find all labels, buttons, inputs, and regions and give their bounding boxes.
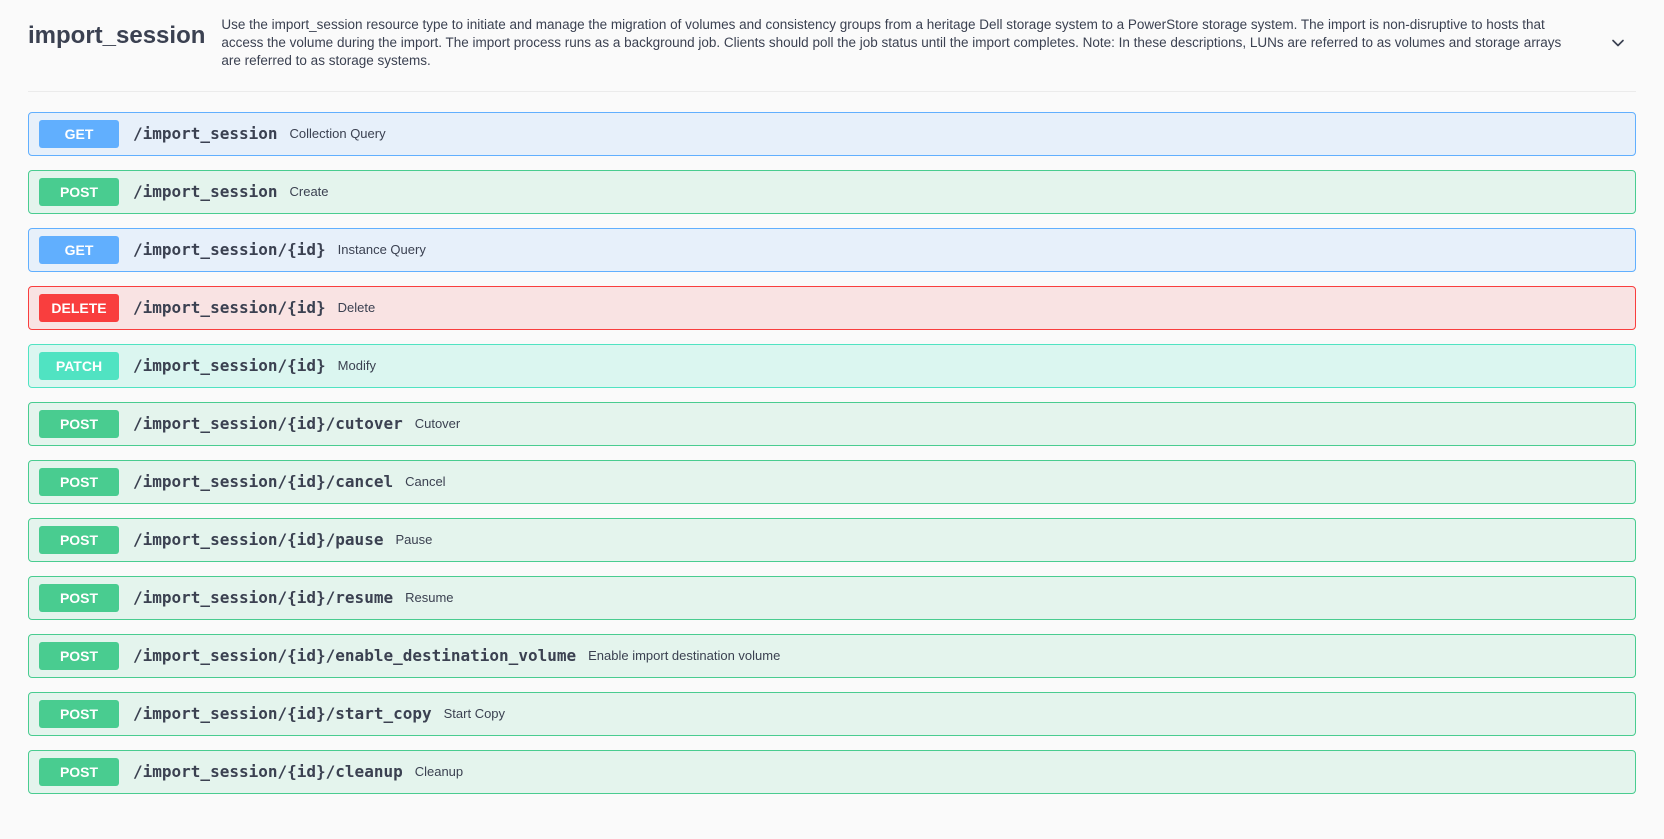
http-method-badge: POST xyxy=(39,526,119,554)
operation-summary: Cancel xyxy=(405,474,445,489)
tag-description: Use the import_session resource type to … xyxy=(221,16,1600,71)
operation-summary: Modify xyxy=(338,358,376,373)
operation-row[interactable]: POST /import_session/{id}/cleanup Cleanu… xyxy=(28,750,1636,794)
operations-list: GET /import_session Collection Query POS… xyxy=(28,112,1636,794)
http-method-badge: DELETE xyxy=(39,294,119,322)
operation-row[interactable]: GET /import_session Collection Query xyxy=(28,112,1636,156)
operation-path: /import_session/{id} xyxy=(133,298,326,317)
operation-summary: Enable import destination volume xyxy=(588,648,780,663)
operation-row[interactable]: DELETE /import_session/{id} Delete xyxy=(28,286,1636,330)
http-method-badge: POST xyxy=(39,758,119,786)
http-method-badge: POST xyxy=(39,700,119,728)
operation-path: /import_session/{id}/enable_destination_… xyxy=(133,646,576,665)
operation-summary: Start Copy xyxy=(444,706,505,721)
operation-row[interactable]: POST /import_session/{id}/cancel Cancel xyxy=(28,460,1636,504)
http-method-badge: POST xyxy=(39,642,119,670)
http-method-badge: PATCH xyxy=(39,352,119,380)
operation-path: /import_session/{id}/pause xyxy=(133,530,383,549)
operation-summary: Cleanup xyxy=(415,764,463,779)
operation-path: /import_session/{id}/cutover xyxy=(133,414,403,433)
http-method-badge: POST xyxy=(39,410,119,438)
operation-summary: Create xyxy=(290,184,329,199)
operation-path: /import_session/{id}/start_copy xyxy=(133,704,432,723)
operation-path: /import_session/{id}/cleanup xyxy=(133,762,403,781)
http-method-badge: GET xyxy=(39,236,119,264)
operation-summary: Collection Query xyxy=(290,126,386,141)
operation-row[interactable]: POST /import_session/{id}/start_copy Sta… xyxy=(28,692,1636,736)
operation-row[interactable]: POST /import_session/{id}/pause Pause xyxy=(28,518,1636,562)
operation-summary: Pause xyxy=(395,532,432,547)
tag-header[interactable]: import_session Use the import_session re… xyxy=(28,0,1636,92)
http-method-badge: GET xyxy=(39,120,119,148)
operation-row[interactable]: PATCH /import_session/{id} Modify xyxy=(28,344,1636,388)
operation-path: /import_session xyxy=(133,182,278,201)
operation-row[interactable]: POST /import_session/{id}/cutover Cutove… xyxy=(28,402,1636,446)
operation-row[interactable]: POST /import_session Create xyxy=(28,170,1636,214)
operation-summary: Resume xyxy=(405,590,453,605)
operation-summary: Cutover xyxy=(415,416,461,431)
operation-row[interactable]: GET /import_session/{id} Instance Query xyxy=(28,228,1636,272)
operation-path: /import_session xyxy=(133,124,278,143)
operation-summary: Instance Query xyxy=(338,242,426,257)
operation-path: /import_session/{id}/resume xyxy=(133,588,393,607)
http-method-badge: POST xyxy=(39,584,119,612)
http-method-badge: POST xyxy=(39,468,119,496)
operation-path: /import_session/{id}/cancel xyxy=(133,472,393,491)
operation-summary: Delete xyxy=(338,300,376,315)
operation-path: /import_session/{id} xyxy=(133,240,326,259)
operation-row[interactable]: POST /import_session/{id}/resume Resume xyxy=(28,576,1636,620)
tag-name: import_session xyxy=(28,16,205,51)
operation-row[interactable]: POST /import_session/{id}/enable_destina… xyxy=(28,634,1636,678)
operation-path: /import_session/{id} xyxy=(133,356,326,375)
chevron-down-icon[interactable] xyxy=(1600,25,1636,61)
http-method-badge: POST xyxy=(39,178,119,206)
